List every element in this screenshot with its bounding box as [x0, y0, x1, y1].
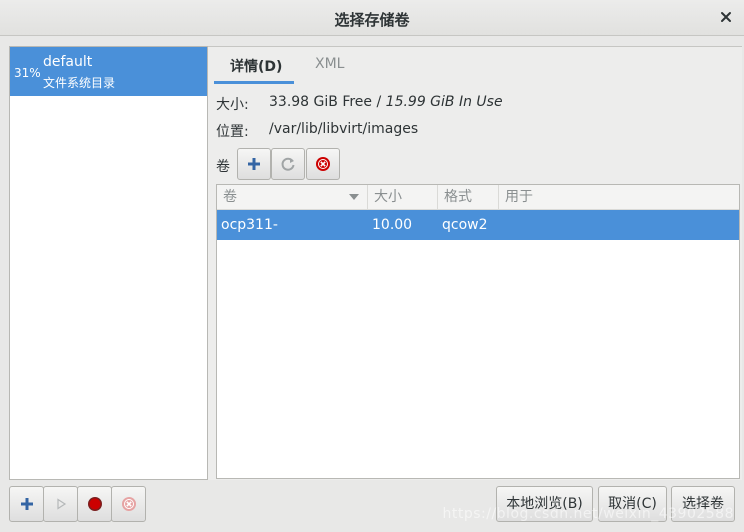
storage-pool-list: 31% default 文件系统目录: [9, 46, 208, 480]
size-value: 33.98 GiB Free / 15.99 GiB In Use: [269, 94, 503, 110]
location-label: 位置:: [216, 124, 249, 140]
play-icon: [56, 498, 66, 510]
close-icon: [721, 12, 731, 22]
refresh-volumes-button[interactable]: [271, 148, 305, 180]
size-free: 33.98 GiB Free /: [269, 94, 386, 110]
pool-name: default: [43, 54, 93, 70]
cell-size: 10.00 GiB: [372, 217, 413, 263]
active-tab-indicator: [214, 81, 294, 84]
pool-type: 文件系统目录: [43, 76, 116, 90]
table-row[interactable]: ocp311-master.qcow2 10.00 GiB qcow2: [217, 210, 739, 263]
cell-format: qcow2: [442, 217, 488, 233]
column-header-format[interactable]: 格式: [438, 185, 499, 210]
column-header-volume[interactable]: 卷: [217, 185, 368, 210]
pool-usage: 31%: [14, 66, 41, 80]
delete-icon: [121, 497, 136, 511]
volumes-label: 卷: [216, 159, 230, 175]
title-bar: 选择存储卷: [0, 0, 744, 36]
table-header: 卷 大小 格式 用于: [217, 185, 739, 210]
column-header-size[interactable]: 大小: [368, 185, 438, 210]
size-label: 大小:: [216, 97, 249, 113]
delete-icon: [316, 157, 330, 171]
delete-volume-button[interactable]: [306, 148, 340, 180]
column-label: 卷: [223, 189, 237, 205]
location-value: /var/lib/libvirt/images: [269, 121, 419, 137]
tab-xml[interactable]: XML: [315, 56, 344, 72]
delete-pool-button[interactable]: [111, 486, 146, 522]
pool-details-panel: 详情(D) XML 大小: 33.98 GiB Free / 15.99 GiB…: [208, 46, 742, 480]
window-title: 选择存储卷: [334, 11, 410, 29]
stop-pool-button[interactable]: [77, 486, 112, 522]
add-volume-button[interactable]: [237, 148, 271, 180]
close-button[interactable]: [714, 6, 738, 28]
add-pool-button[interactable]: [9, 486, 44, 522]
plus-icon: [248, 158, 260, 170]
start-pool-button[interactable]: [43, 486, 78, 522]
refresh-icon: [281, 157, 295, 171]
volumes-table: 卷 大小 格式 用于 ocp311-master.qcow2 10.00 GiB…: [216, 184, 740, 479]
plus-icon: [20, 498, 33, 510]
stop-icon: [87, 497, 102, 511]
tab-bar: 详情(D) XML: [208, 47, 742, 84]
column-header-used-by[interactable]: 用于: [499, 185, 739, 210]
cell-volume: ocp311-master.qcow2: [221, 217, 320, 263]
sort-down-icon: [349, 194, 359, 200]
watermark: https://blog.csdn.net/weixin_43902588: [442, 506, 734, 522]
size-in-use: 15.99 GiB In Use: [385, 94, 503, 110]
pool-item-default[interactable]: 31% default 文件系统目录: [10, 47, 207, 96]
tab-details[interactable]: 详情(D): [230, 56, 282, 76]
